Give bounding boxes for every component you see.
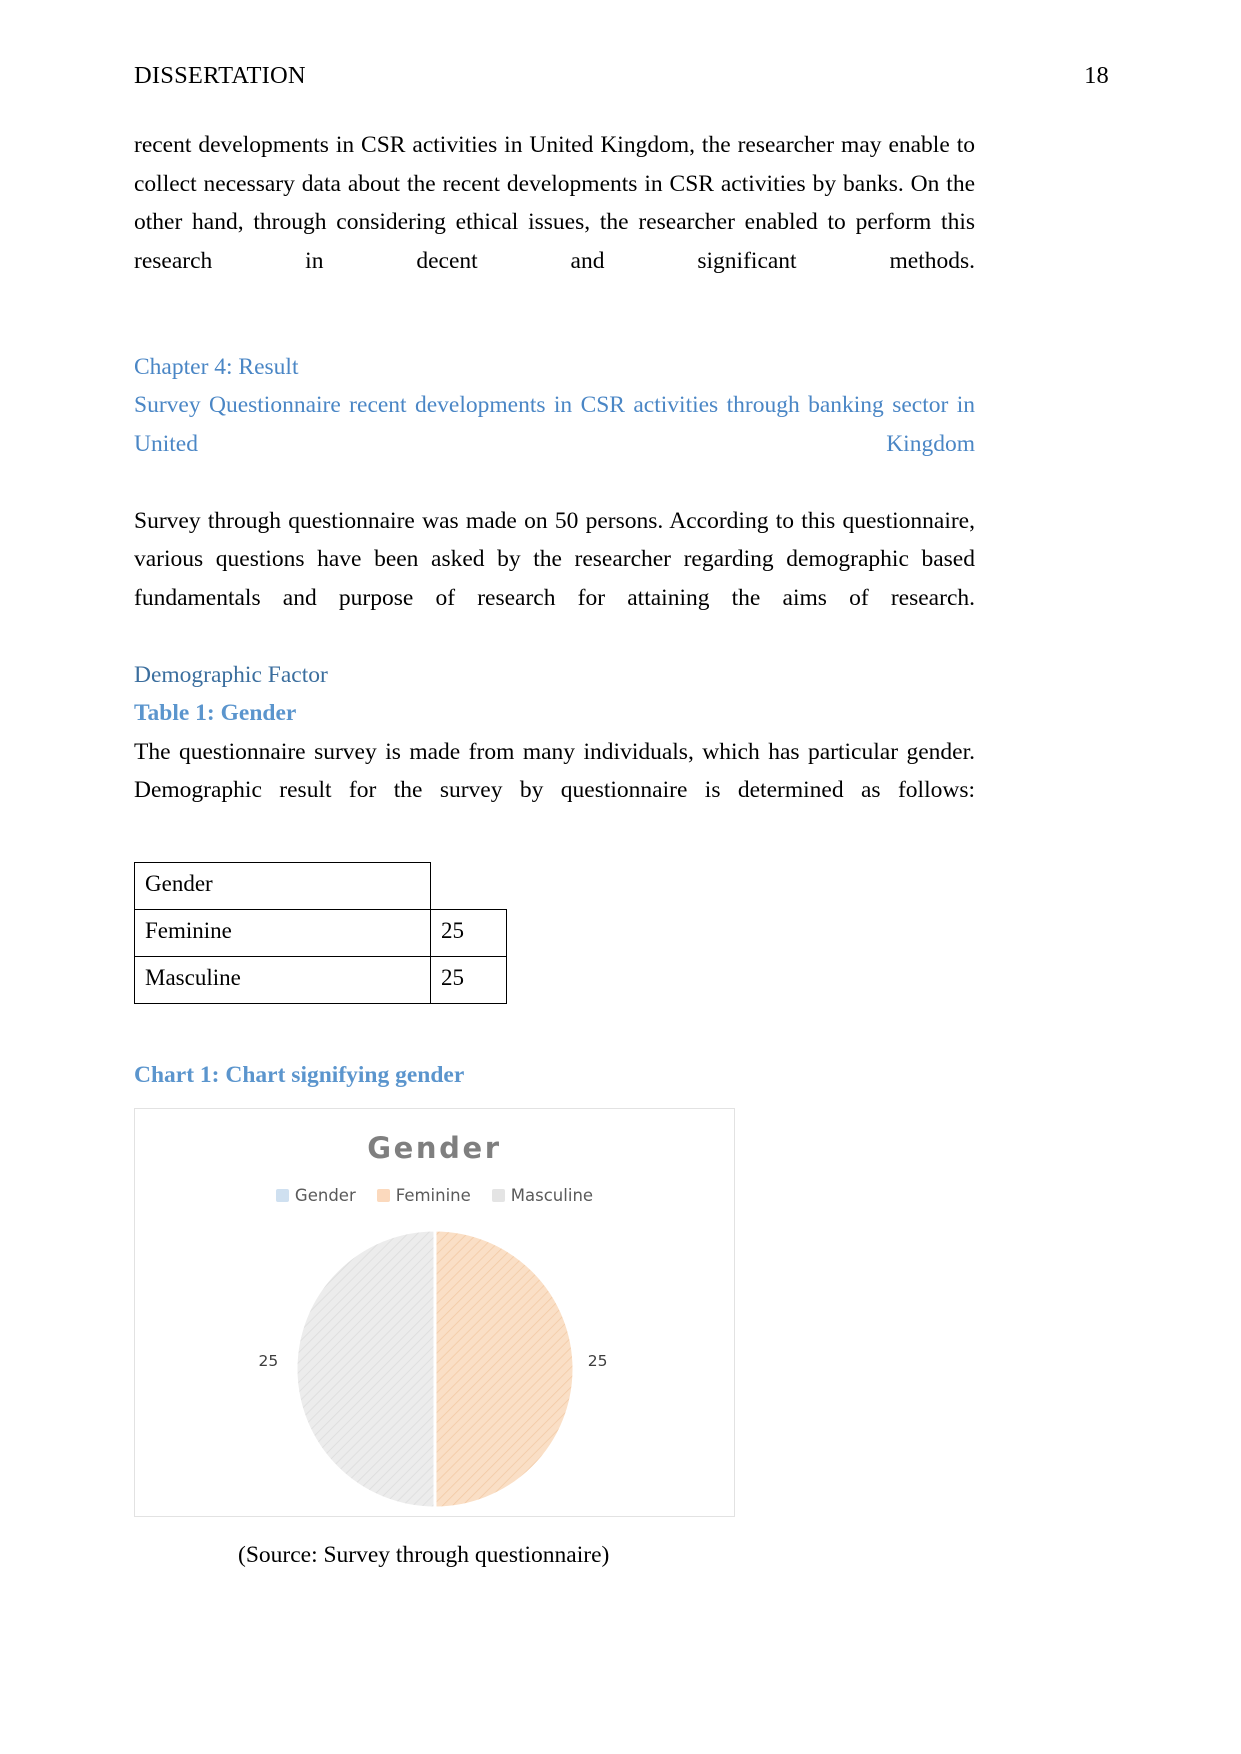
source-note: (Source: Survey through questionnaire) bbox=[238, 1541, 610, 1568]
table-row: Masculine 25 bbox=[134, 956, 507, 1004]
table-cell-label: Feminine bbox=[134, 909, 431, 957]
legend-item-gender: Gender bbox=[275, 1185, 356, 1205]
pie-svg bbox=[294, 1227, 575, 1510]
legend-item-masculine: Masculine bbox=[491, 1185, 594, 1205]
chart-caption: Chart 1: Chart signifying gender bbox=[134, 1062, 465, 1088]
gender-pie-chart: Gender Gender Feminine Masculine 25 25 bbox=[134, 1107, 735, 1517]
paragraph-table-intro: The questionnaire survey is made from ma… bbox=[134, 738, 975, 804]
legend-label: Masculine bbox=[510, 1185, 594, 1205]
pie-plot-area: 25 25 bbox=[259, 1227, 608, 1510]
pie-slice-feminine bbox=[433, 1227, 575, 1510]
gender-table: Gender Feminine 25 Masculine 25 bbox=[134, 862, 507, 1004]
table-caption: Table 1: Gender bbox=[134, 700, 297, 726]
table-cell-value: 25 bbox=[430, 909, 507, 957]
legend-swatch-icon bbox=[491, 1188, 505, 1202]
legend-swatch-icon bbox=[376, 1188, 390, 1202]
table-row: Gender bbox=[134, 862, 507, 910]
page-content: recent developments in CSR activities in… bbox=[134, 126, 975, 1571]
chapter-heading: Chapter 4: Result bbox=[134, 353, 299, 380]
paragraph-survey: Survey through questionnaire was made on… bbox=[134, 507, 975, 611]
table-spacer bbox=[134, 1004, 975, 1056]
table-cell-value: 25 bbox=[430, 956, 507, 1004]
running-header: DISSERTATION 18 bbox=[134, 62, 1109, 90]
pie-label-masculine: 25 bbox=[258, 1351, 279, 1370]
section-heading: Survey Questionnaire recent developments… bbox=[134, 392, 975, 457]
table-row: Feminine 25 bbox=[134, 909, 507, 957]
legend-item-feminine: Feminine bbox=[376, 1185, 471, 1205]
pie-label-feminine: 25 bbox=[587, 1351, 608, 1370]
legend-label: Gender bbox=[294, 1185, 356, 1205]
subsection-heading-demographic-factor: Demographic Factor bbox=[134, 661, 328, 688]
chart-legend: Gender Feminine Masculine bbox=[135, 1186, 734, 1205]
document-title: DISSERTATION bbox=[134, 62, 306, 89]
legend-swatch-icon bbox=[275, 1188, 289, 1202]
table-header-cell-gender: Gender bbox=[134, 862, 431, 910]
document-page: DISSERTATION 18 recent developments in C… bbox=[0, 0, 1241, 1754]
legend-label: Feminine bbox=[395, 1185, 471, 1205]
chart-title: Gender bbox=[367, 1130, 502, 1165]
table-cell-label: Masculine bbox=[134, 956, 431, 1004]
page-number: 18 bbox=[1084, 62, 1109, 89]
pie-slice-masculine bbox=[294, 1227, 436, 1510]
paragraph-intro: recent developments in CSR activities in… bbox=[134, 132, 975, 274]
